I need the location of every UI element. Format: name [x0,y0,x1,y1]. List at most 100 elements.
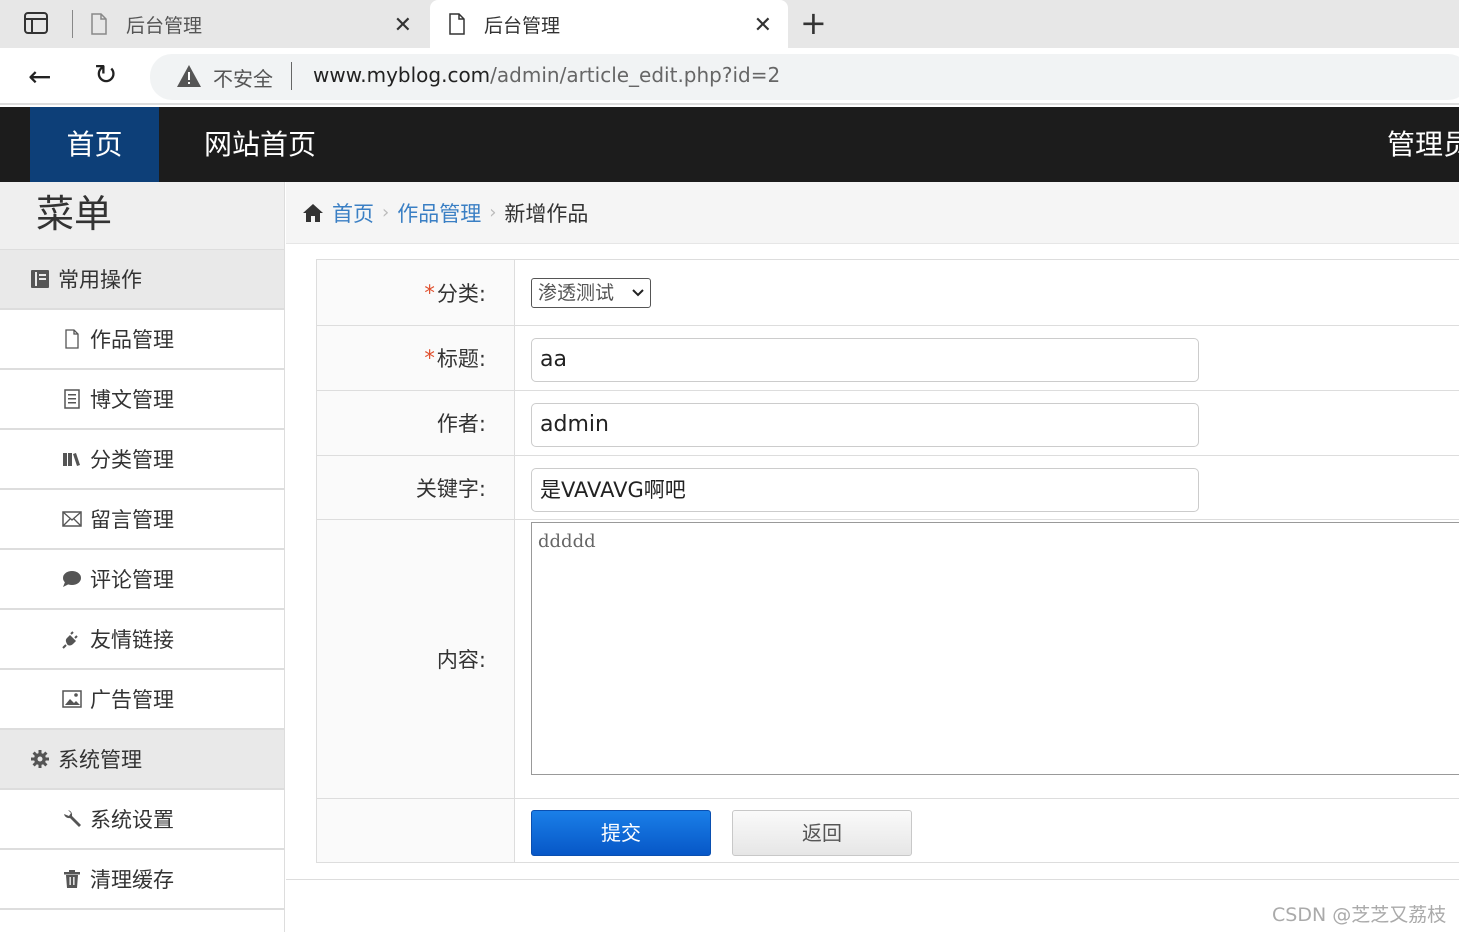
browser-tab-bar: 后台管理 ✕ 后台管理 ✕ + [0,0,1459,48]
document-list-icon [64,389,80,409]
chevron-right-icon: › [382,202,390,223]
sidebar-group-common[interactable]: 常用操作 [0,250,284,310]
keywords-label: 关键字: [317,456,515,519]
page-icon [91,13,107,35]
url-path: /admin/article_edit.php?id=2 [490,63,781,87]
sidebar-item-links[interactable]: 友情链接 [0,610,284,670]
form-row-category: * 分类: 渗透测试 [316,260,1459,326]
back-button[interactable]: 返回 [732,810,912,856]
chevron-down-icon [632,289,644,297]
sidebar-item-label: 清理缓存 [90,868,174,892]
keywords-field: 是VAVAVG啊吧 [531,468,1199,512]
sidebar-item-label: 系统设置 [90,808,174,832]
title-field: aa [531,338,1199,382]
sidebar-item-cache[interactable]: 清理缓存 [0,850,284,910]
article-edit-form: * 分类: 渗透测试 * 标题: aa 作者: admin 关键字: 是VAVAVG… [316,259,1459,863]
plug-icon [62,631,78,649]
required-mark: * [424,280,435,305]
url-separator [291,62,292,90]
sidebar-item-comments[interactable]: 评论管理 [0,550,284,610]
sidebar-item-blog[interactable]: 博文管理 [0,370,284,430]
warning-icon[interactable] [176,64,202,88]
category-select[interactable]: 渗透测试 [531,278,651,308]
category-label-text: 分类: [436,281,486,306]
tab-title: 后台管理 [484,14,561,37]
sidebar-item-settings[interactable]: 系统设置 [0,790,284,850]
category-selected-value: 渗透测试 [538,282,615,304]
sidebar-item-label: 留言管理 [90,508,174,532]
sidebar-item-label: 分类管理 [90,448,174,472]
new-tab-icon[interactable]: + [800,6,827,40]
sidebar: 菜单 常用操作 作品管理 博文管理 分类管理 留言管理 评论管理 友情链接 广告… [0,182,285,932]
close-icon[interactable]: ✕ [394,13,412,38]
picture-icon [62,690,82,708]
divider [286,879,1459,880]
sidebar-item-category[interactable]: 分类管理 [0,430,284,490]
required-mark: * [424,346,435,370]
sidebar-item-messages[interactable]: 留言管理 [0,490,284,550]
nav-site-home-link[interactable]: 网站首页 [204,107,316,182]
nav-home-link[interactable]: 首页 [30,107,159,182]
author-input[interactable]: admin [531,403,1199,447]
url-text[interactable]: www.myblog.com/admin/article_edit.php?id… [313,63,780,87]
author-field: admin [531,403,1199,447]
form-row-title: * 标题: aa [316,326,1459,391]
breadcrumb: 首页 › 作品管理 › 新增作品 [286,182,1459,244]
sidebar-item-works[interactable]: 作品管理 [0,310,284,370]
sidebar-group-label: 常用操作 [58,268,142,292]
envelope-icon [62,511,82,527]
category-field: 渗透测试 [531,278,651,308]
back-arrow-icon[interactable]: ← [28,60,51,93]
content-field: ddddd [531,522,1459,775]
nav-admin-link[interactable]: 管理员 [1387,107,1459,182]
form-row-actions: 提交 返回 [316,799,1459,863]
breadcrumb-current: 新增作品 [504,201,589,226]
tab-separator [72,10,73,38]
tab-title: 后台管理 [126,14,203,37]
menu-title: 菜单 [0,182,284,250]
speech-bubble-icon [63,571,81,587]
address-bar: ← ↻ 不安全 www.myblog.com/admin/article_edi… [0,48,1459,105]
security-label[interactable]: 不安全 [213,63,273,92]
breadcrumb-section-link[interactable]: 作品管理 [397,198,481,228]
sidebar-group-system[interactable]: 系统管理 [0,730,284,790]
form-row-content: 内容: ddddd [316,520,1459,799]
sidebar-item-label: 评论管理 [90,568,174,592]
sidebar-item-label: 作品管理 [90,328,174,352]
title-input[interactable]: aa [531,338,1199,382]
browser-tab-active[interactable]: 后台管理 ✕ [430,0,788,48]
form-row-keywords: 关键字: 是VAVAVG啊吧 [316,456,1459,520]
sidebar-item-label: 广告管理 [90,688,174,712]
browser-tab[interactable]: 后台管理 ✕ [90,0,428,48]
wrench-icon [64,810,81,827]
sidebar-group-label: 系统管理 [58,748,142,772]
home-icon [303,203,323,222]
author-label: 作者: [317,391,515,455]
chevron-right-icon: › [489,202,497,223]
close-icon[interactable]: ✕ [754,13,772,38]
submit-button[interactable]: 提交 [531,810,711,856]
sidebar-item-ads[interactable]: 广告管理 [0,670,284,730]
sidebar-item-label: 博文管理 [90,388,174,412]
page-icon [449,13,465,35]
content-textarea[interactable]: ddddd [531,522,1459,775]
breadcrumb-home-link[interactable]: 首页 [332,198,374,228]
trash-icon [64,870,80,888]
actions-label-cell [317,799,515,862]
file-icon [65,329,79,349]
content-label: 内容: [317,520,515,798]
url-host: www.myblog.com [313,63,491,87]
title-label: * 标题: [317,326,515,390]
book-icon [31,270,49,288]
watermark: CSDN @芝芝又荔枝 [1272,904,1447,926]
sidebar-item-label: 友情链接 [90,628,174,652]
keywords-input[interactable]: 是VAVAVG啊吧 [531,468,1199,512]
reload-icon[interactable]: ↻ [94,58,117,91]
form-row-author: 作者: admin [316,391,1459,456]
title-label-text: 标题: [436,347,486,371]
books-icon [63,453,80,466]
gear-icon [31,750,49,768]
tab-actions-icon[interactable] [24,12,48,34]
category-label: * 分类: [317,260,515,325]
top-navigation: 首页 网站首页 管理员 [0,107,1459,182]
